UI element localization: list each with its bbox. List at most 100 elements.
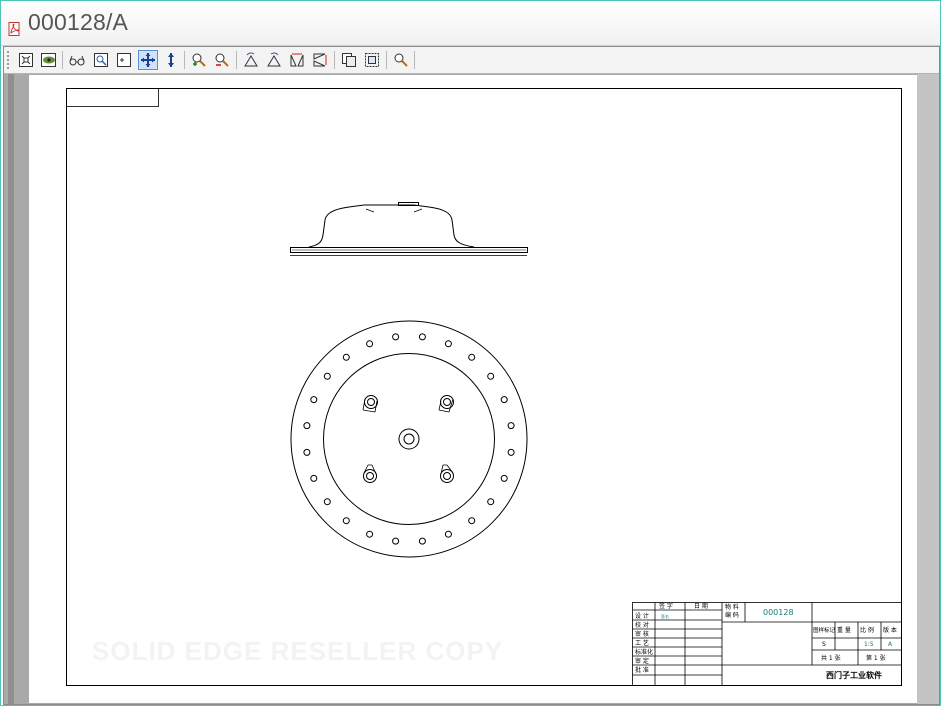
bolt-hole xyxy=(342,353,350,361)
view-icon xyxy=(41,53,56,67)
part-number: 000128 xyxy=(763,608,794,617)
row-approve-check: 审 定 xyxy=(635,657,649,665)
sheet-number: 第 1 张 xyxy=(866,654,886,662)
slot-lower-right xyxy=(440,464,454,483)
bolt-hole xyxy=(444,530,452,538)
slot-upper-left xyxy=(362,395,378,413)
mark-value: S xyxy=(822,641,826,648)
rotate-right-button[interactable] xyxy=(264,50,284,70)
bolt-hole xyxy=(342,517,350,525)
material-label-2: 编 码 xyxy=(725,611,739,619)
inner-circle xyxy=(323,353,495,525)
pan-button[interactable] xyxy=(138,50,158,70)
rotate-left-button[interactable] xyxy=(241,50,261,70)
company-name: 西门子工业软件 xyxy=(826,670,882,680)
bolt-hole xyxy=(444,340,452,348)
zoom-window-button[interactable] xyxy=(91,50,111,70)
bolt-hole xyxy=(303,448,311,456)
select-button[interactable] xyxy=(362,50,382,70)
toolbar-separator xyxy=(184,51,185,69)
bolt-hole xyxy=(392,537,400,545)
bolt-hole xyxy=(392,333,400,341)
flip-vertical-button[interactable] xyxy=(310,50,330,70)
material-label-1: 物 料 xyxy=(725,603,739,611)
right-scroll-strip[interactable] xyxy=(917,74,939,704)
drawing-canvas: 签 字 日 期 物 料 编 码 000128 设 计 签名 校 对 审 核 工 … xyxy=(66,88,902,686)
bolt-hole xyxy=(366,530,374,538)
window-title: 000128/A xyxy=(28,9,129,35)
bolt-hole xyxy=(507,422,515,430)
flip-horizontal-button[interactable] xyxy=(287,50,307,70)
bolt-hole xyxy=(487,372,495,380)
row-review: 审 核 xyxy=(635,630,649,638)
pan-icon xyxy=(141,53,155,67)
center-hole-inner xyxy=(403,433,415,445)
zoom-window-icon xyxy=(94,53,108,67)
copy-button[interactable] xyxy=(339,50,359,70)
drawing-viewer[interactable]: 签 字 日 期 物 料 编 码 000128 设 计 签名 校 对 审 核 工 … xyxy=(3,46,940,705)
fit-page-icon xyxy=(19,53,33,67)
rotate-left-icon xyxy=(244,52,258,67)
drawing-border xyxy=(66,88,902,686)
search-button[interactable] xyxy=(391,50,411,70)
bolt-hole xyxy=(310,474,318,482)
col-sign-label: 签 字 xyxy=(659,602,673,610)
toolbar-separator xyxy=(62,51,63,69)
center-hole-outer xyxy=(398,428,420,450)
zoom-area-button[interactable] xyxy=(114,50,134,70)
top-boss xyxy=(398,202,419,206)
zoom-in-icon xyxy=(192,53,206,67)
outer-circle xyxy=(290,320,528,558)
col-date-label: 日 期 xyxy=(694,602,708,610)
row-design: 设 计 xyxy=(635,612,649,620)
toolbar-separator xyxy=(386,51,387,69)
zoom-out-icon xyxy=(215,53,229,67)
slot-upper-right xyxy=(438,395,454,413)
designer-signature: 签名 xyxy=(661,613,669,619)
bolt-hole xyxy=(500,474,508,482)
bolt-hole xyxy=(418,537,426,545)
version-value: A xyxy=(888,641,893,648)
left-scroll-strip[interactable] xyxy=(8,74,14,704)
glasses-button[interactable] xyxy=(67,50,87,70)
drawing-mark-label: 图样标记 xyxy=(813,626,836,634)
side-view xyxy=(290,202,528,256)
pdf-file-icon xyxy=(8,22,20,36)
bolt-hole-ring xyxy=(303,333,515,545)
watermark-text: SOLID EDGE RESELLER COPY xyxy=(92,636,504,666)
bolt-hole xyxy=(323,498,331,506)
zoom-in-button[interactable] xyxy=(189,50,209,70)
bolt-hole xyxy=(507,448,515,456)
slot-lower-left xyxy=(363,464,377,483)
bolt-hole xyxy=(366,340,374,348)
flip-horizontal-icon xyxy=(290,53,304,67)
flip-vertical-icon xyxy=(313,53,327,67)
bolt-hole xyxy=(303,422,311,430)
row-approve: 批 准 xyxy=(635,666,649,674)
search-icon xyxy=(394,53,408,67)
bolt-hole xyxy=(468,517,476,525)
fit-page-button[interactable] xyxy=(16,50,36,70)
copy-icon xyxy=(342,53,356,67)
top-view xyxy=(290,320,528,558)
toolbar-grip[interactable] xyxy=(7,51,11,69)
vertical-pan-icon xyxy=(168,53,174,67)
corner-box xyxy=(66,88,159,107)
bolt-hole xyxy=(500,396,508,404)
glasses-icon xyxy=(69,55,85,66)
version-label: 版 本 xyxy=(883,626,897,634)
toolbar-separator xyxy=(236,51,237,69)
zoom-out-button[interactable] xyxy=(212,50,232,70)
zoom-area-icon xyxy=(117,53,131,67)
rotate-right-icon xyxy=(267,52,281,67)
scale-label: 比 例 xyxy=(860,626,874,634)
scale-value: 1:5 xyxy=(864,641,874,648)
vertical-pan-button[interactable] xyxy=(161,50,181,70)
view-button[interactable] xyxy=(39,50,59,70)
bolt-hole xyxy=(468,353,476,361)
row-standard: 标准化 xyxy=(635,648,653,656)
dome-profile xyxy=(308,204,475,248)
drawing-page[interactable]: 签 字 日 期 物 料 编 码 000128 设 计 签名 校 对 审 核 工 … xyxy=(29,75,917,703)
row-process: 工 艺 xyxy=(635,639,649,647)
bolt-hole xyxy=(487,498,495,506)
